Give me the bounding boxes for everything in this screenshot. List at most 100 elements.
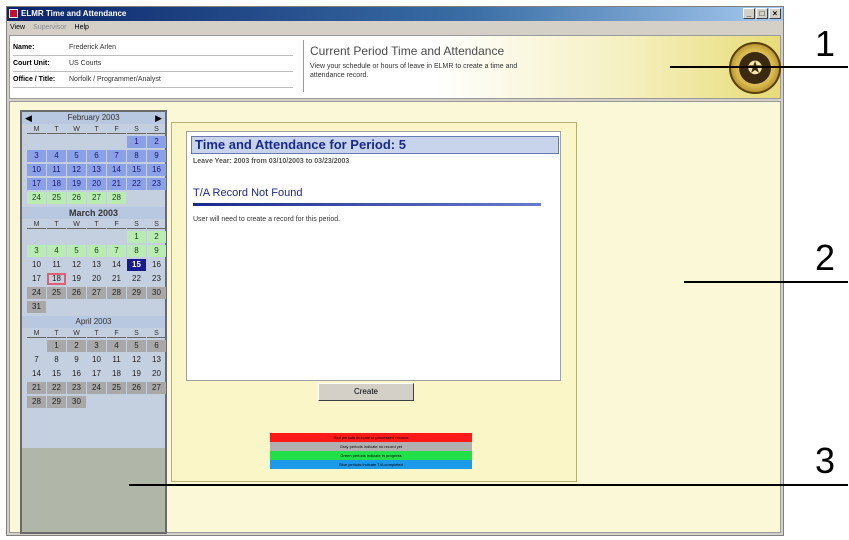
calendar-day[interactable]: 19 bbox=[67, 273, 86, 285]
calendar-day[interactable]: 9 bbox=[67, 354, 86, 366]
calendar-day[interactable]: 27 bbox=[147, 382, 166, 394]
calendar-day[interactable]: 8 bbox=[127, 245, 146, 257]
calendar-day[interactable]: 28 bbox=[107, 192, 126, 204]
calendar-day[interactable]: 18 bbox=[47, 178, 66, 190]
calendar-day[interactable]: 2 bbox=[147, 231, 166, 243]
calendar-day[interactable]: 13 bbox=[87, 259, 106, 271]
weekday-header: M bbox=[27, 125, 46, 134]
calendar-day[interactable]: 2 bbox=[147, 136, 166, 148]
calendar-day[interactable]: 24 bbox=[27, 287, 46, 299]
calendar-day[interactable]: 23 bbox=[147, 178, 166, 190]
calendar-day[interactable]: 2 bbox=[67, 340, 86, 352]
calendar-day[interactable]: 3 bbox=[27, 150, 46, 162]
calendar-day[interactable]: 15 bbox=[127, 164, 146, 176]
calendar-day[interactable]: 21 bbox=[107, 178, 126, 190]
calendar-day[interactable]: 19 bbox=[67, 178, 86, 190]
calendar-day[interactable]: 6 bbox=[87, 150, 106, 162]
calendar-day[interactable]: 20 bbox=[87, 273, 106, 285]
calendar-day[interactable]: 8 bbox=[47, 354, 66, 366]
calendar-day[interactable]: 22 bbox=[127, 178, 146, 190]
calendar-day[interactable]: 1 bbox=[47, 340, 66, 352]
calendar-day[interactable]: 29 bbox=[47, 396, 66, 408]
menu-help[interactable]: Help bbox=[75, 22, 89, 33]
calendar-day[interactable]: 10 bbox=[87, 354, 106, 366]
calendar-day[interactable]: 27 bbox=[87, 287, 106, 299]
calendar-day[interactable]: 27 bbox=[87, 192, 106, 204]
calendar-day[interactable]: 10 bbox=[27, 259, 46, 271]
calendar-day[interactable]: 31 bbox=[27, 301, 46, 313]
calendar-day[interactable]: 21 bbox=[27, 382, 46, 394]
close-button[interactable]: × bbox=[769, 8, 781, 19]
calendar-day[interactable]: 25 bbox=[47, 192, 66, 204]
calendar-day[interactable]: 14 bbox=[27, 368, 46, 380]
calendar-day[interactable]: 4 bbox=[47, 245, 66, 257]
calendar-day[interactable]: 16 bbox=[147, 259, 166, 271]
calendar-day[interactable]: 23 bbox=[147, 273, 166, 285]
calendar-day[interactable]: 21 bbox=[107, 273, 126, 285]
calendar-day[interactable]: 28 bbox=[107, 287, 126, 299]
calendar-day[interactable]: 7 bbox=[27, 354, 46, 366]
calendar-day[interactable]: 4 bbox=[47, 150, 66, 162]
calendar-day[interactable]: 18 bbox=[47, 273, 66, 285]
calendar-day[interactable]: 30 bbox=[67, 396, 86, 408]
calendar-day[interactable]: 29 bbox=[127, 287, 146, 299]
calendar-day[interactable]: 3 bbox=[27, 245, 46, 257]
calendar-day[interactable]: 1 bbox=[127, 231, 146, 243]
calendar-day[interactable]: 28 bbox=[27, 396, 46, 408]
calendar-day[interactable]: 13 bbox=[87, 164, 106, 176]
menu-view[interactable]: View bbox=[10, 22, 25, 33]
calendar-day[interactable]: 7 bbox=[107, 245, 126, 257]
calendar-day[interactable]: 9 bbox=[147, 245, 166, 257]
prev-month-icon[interactable]: ◀ bbox=[25, 112, 32, 124]
calendar-day[interactable]: 24 bbox=[87, 382, 106, 394]
calendar-day[interactable]: 20 bbox=[147, 368, 166, 380]
calendar-day[interactable]: 8 bbox=[127, 150, 146, 162]
maximize-button[interactable]: □ bbox=[756, 8, 768, 19]
calendar-day[interactable]: 6 bbox=[147, 340, 166, 352]
calendar-day[interactable]: 12 bbox=[67, 259, 86, 271]
calendar-day[interactable]: 25 bbox=[107, 382, 126, 394]
calendar-day[interactable]: 13 bbox=[147, 354, 166, 366]
calendar-day[interactable]: 23 bbox=[67, 382, 86, 394]
calendar-day[interactable]: 22 bbox=[47, 382, 66, 394]
calendar-day[interactable]: 30 bbox=[147, 287, 166, 299]
calendar-day[interactable]: 15 bbox=[47, 368, 66, 380]
calendar-day[interactable]: 25 bbox=[47, 287, 66, 299]
calendar-day[interactable]: 5 bbox=[67, 245, 86, 257]
create-button[interactable]: Create bbox=[318, 383, 414, 401]
calendar-day[interactable]: 4 bbox=[107, 340, 126, 352]
calendar-day[interactable]: 26 bbox=[127, 382, 146, 394]
calendar-day[interactable]: 5 bbox=[127, 340, 146, 352]
calendar-day[interactable]: 1 bbox=[127, 136, 146, 148]
calendar-day[interactable]: 7 bbox=[107, 150, 126, 162]
calendar-day[interactable]: 16 bbox=[67, 368, 86, 380]
calendar-day[interactable]: 11 bbox=[47, 164, 66, 176]
minimize-button[interactable]: _ bbox=[743, 8, 755, 19]
calendar-day[interactable]: 14 bbox=[107, 164, 126, 176]
calendar-day[interactable]: 17 bbox=[27, 273, 46, 285]
calendar-day[interactable]: 17 bbox=[27, 178, 46, 190]
calendar-day[interactable]: 15 bbox=[127, 259, 146, 271]
calendar-day[interactable]: 9 bbox=[147, 150, 166, 162]
calendar-month: March 2003 M T W T F S S 1 2 3 4 5 6 7 8 9 10 11 12 13 14 15 16… bbox=[22, 207, 166, 316]
calendar-day[interactable]: 16 bbox=[147, 164, 166, 176]
calendar-day[interactable]: 3 bbox=[87, 340, 106, 352]
calendar-day[interactable]: 14 bbox=[107, 259, 126, 271]
calendar-day[interactable]: 11 bbox=[107, 354, 126, 366]
calendar-day[interactable]: 26 bbox=[67, 192, 86, 204]
calendar-day[interactable]: 6 bbox=[87, 245, 106, 257]
calendar-day[interactable]: 19 bbox=[127, 368, 146, 380]
calendar-day[interactable]: 12 bbox=[67, 164, 86, 176]
next-month-icon[interactable]: ▶ bbox=[155, 112, 162, 124]
menu-supervisor[interactable]: Supervisor bbox=[33, 22, 66, 33]
calendar-day[interactable]: 5 bbox=[67, 150, 86, 162]
calendar-day[interactable]: 22 bbox=[127, 273, 146, 285]
calendar-day[interactable]: 11 bbox=[47, 259, 66, 271]
calendar-day[interactable]: 12 bbox=[127, 354, 146, 366]
calendar-day[interactable]: 17 bbox=[87, 368, 106, 380]
calendar-day[interactable]: 26 bbox=[67, 287, 86, 299]
calendar-day[interactable]: 18 bbox=[107, 368, 126, 380]
calendar-day[interactable]: 20 bbox=[87, 178, 106, 190]
calendar-day[interactable]: 10 bbox=[27, 164, 46, 176]
calendar-day[interactable]: 24 bbox=[27, 192, 46, 204]
